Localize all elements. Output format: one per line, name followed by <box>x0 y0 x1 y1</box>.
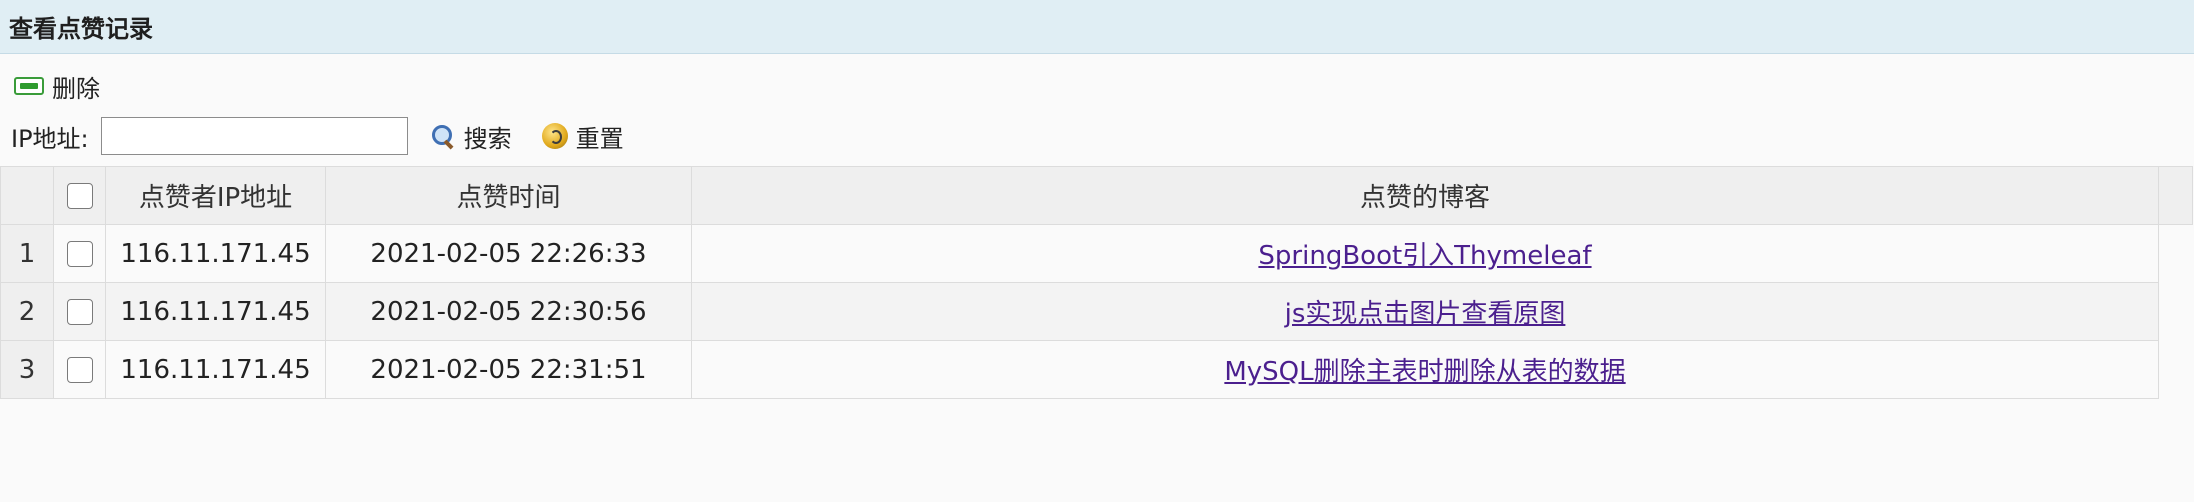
row-number-header <box>0 166 54 225</box>
row-checkbox[interactable] <box>66 357 93 383</box>
cell-time: 2021-02-05 22:31:51 <box>325 340 692 399</box>
cell-time: 2021-02-05 22:26:33 <box>325 224 692 283</box>
row-checkbox[interactable] <box>66 241 93 267</box>
row-checkbox[interactable] <box>66 299 93 325</box>
delete-icon <box>14 77 44 95</box>
delete-button[interactable]: 删除 <box>14 66 100 106</box>
column-header-blog[interactable]: 点赞的博客 <box>691 166 2159 225</box>
cell-blog: MySQL删除主表时删除从表的数据 <box>691 340 2159 399</box>
row-checkbox-cell <box>53 282 106 341</box>
cell-ip: 116.11.171.45 <box>105 224 326 283</box>
reset-label: 重置 <box>575 124 624 153</box>
cell-ip: 116.11.171.45 <box>105 340 326 399</box>
row-number: 1 <box>0 224 54 283</box>
panel-title-text: 查看点赞记录 <box>9 15 153 43</box>
likes-table: 点赞者IP地址 点赞时间 点赞的博客 1 116.11.171.45 2021-… <box>0 166 2193 399</box>
blog-link[interactable]: SpringBoot引入Thymeleaf <box>1258 241 1591 271</box>
select-all-cell <box>53 166 106 225</box>
blog-link[interactable]: js实现点击图片查看原图 <box>1285 299 1566 329</box>
cell-ip: 116.11.171.45 <box>105 282 326 341</box>
table-row[interactable]: 1 116.11.171.45 2021-02-05 22:26:33 Spri… <box>0 224 2193 283</box>
row-checkbox-cell <box>53 224 106 283</box>
panel-title: 查看点赞记录 <box>0 0 2194 54</box>
select-all-checkbox[interactable] <box>66 183 93 209</box>
search-label: 搜索 <box>463 124 512 153</box>
cell-blog: SpringBoot引入Thymeleaf <box>691 224 2159 283</box>
search-icon <box>430 123 456 149</box>
cell-time: 2021-02-05 22:30:56 <box>325 282 692 341</box>
cell-blog: js实现点击图片查看原图 <box>691 282 2159 341</box>
reset-button[interactable]: 重置 <box>541 119 624 154</box>
row-checkbox-cell <box>53 340 106 399</box>
column-header-ip[interactable]: 点赞者IP地址 <box>105 166 326 225</box>
table-row[interactable]: 3 116.11.171.45 2021-02-05 22:31:51 MySQ… <box>0 340 2193 399</box>
row-number: 2 <box>0 282 54 341</box>
ip-label: IP地址: <box>11 124 89 153</box>
ip-input[interactable] <box>100 117 408 155</box>
column-header-time[interactable]: 点赞时间 <box>325 166 692 225</box>
column-header-filler <box>2158 166 2193 225</box>
table-row[interactable]: 2 116.11.171.45 2021-02-05 22:30:56 js实现… <box>0 282 2193 341</box>
reset-icon <box>541 123 568 149</box>
delete-label: 删除 <box>52 74 100 103</box>
row-number: 3 <box>0 340 54 399</box>
table-header-row: 点赞者IP地址 点赞时间 点赞的博客 <box>0 166 2193 225</box>
search-button[interactable]: 搜索 <box>430 119 512 154</box>
search-bar: IP地址: 搜索 重置 <box>11 116 624 156</box>
blog-link[interactable]: MySQL删除主表时删除从表的数据 <box>1224 357 1625 387</box>
